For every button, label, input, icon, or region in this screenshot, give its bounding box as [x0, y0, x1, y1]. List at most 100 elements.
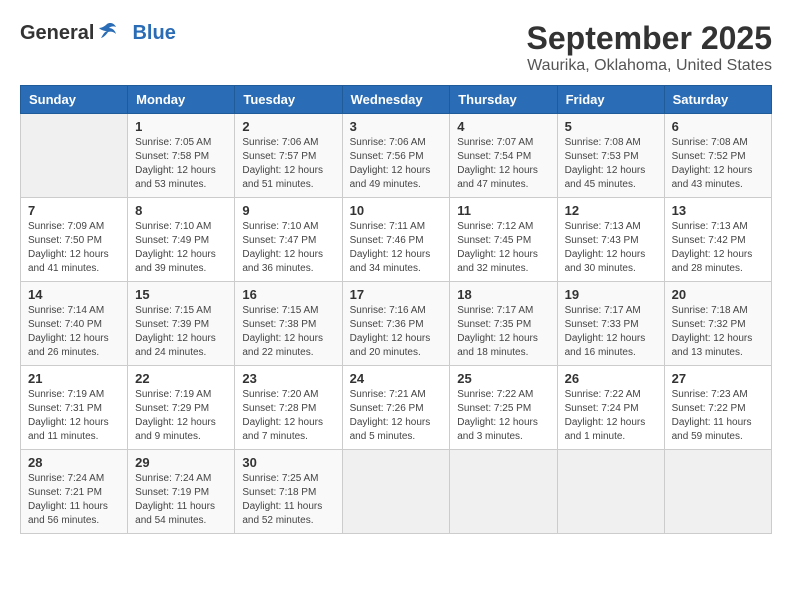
calendar-header-row: SundayMondayTuesdayWednesdayThursdayFrid…: [21, 86, 772, 114]
calendar-cell: 12Sunrise: 7:13 AM Sunset: 7:43 PM Dayli…: [557, 198, 664, 282]
location-title: Waurika, Oklahoma, United States: [527, 57, 772, 75]
day-number: 11: [457, 203, 549, 218]
logo-blue: Blue: [132, 22, 175, 45]
cell-content: Sunrise: 7:19 AM Sunset: 7:29 PM Dayligh…: [135, 388, 227, 444]
calendar-cell: 16 Sunrise: 7:15 AM Sunset: 7:38 PM Dayli…: [235, 282, 342, 366]
calendar-cell: 27Sunrise: 7:23 AM Sunset: 7:22 PM Dayli…: [664, 366, 771, 450]
cell-content: Sunrise: 7:07 AM Sunset: 7:54 PM Dayligh…: [457, 136, 549, 192]
cell-content: Sunrise: 7:20 AM Sunset: 7:28 PM Dayligh…: [242, 388, 334, 444]
calendar-week-1: 1Sunrise: 7:05 AM Sunset: 7:58 PM Daylig…: [21, 114, 772, 198]
calendar-cell: 28 Sunrise: 7:24 AM Sunset: 7:21 PM Dayli…: [21, 450, 128, 534]
calendar-week-4: 21 Sunrise: 7:19 AM Sunset: 7:31 PM Dayli…: [21, 366, 772, 450]
calendar-cell: 5 Sunrise: 7:08 AM Sunset: 7:53 PM Daylig…: [557, 114, 664, 198]
cell-content: Sunrise: 7:17 AM Sunset: 7:33 PM Dayligh…: [565, 304, 657, 360]
cell-content: Sunrise: 7:17 AM Sunset: 7:35 PM Dayligh…: [457, 304, 549, 360]
calendar-cell: 3 Sunrise: 7:06 AM Sunset: 7:56 PM Daylig…: [342, 114, 450, 198]
page-header: General Blue September 2025 Waurika, Okl…: [20, 20, 772, 75]
column-header-thursday: Thursday: [450, 86, 557, 114]
cell-content: Sunrise: 7:13 AM Sunset: 7:42 PM Dayligh…: [672, 220, 764, 276]
calendar-cell: 6 Sunrise: 7:08 AM Sunset: 7:52 PM Daylig…: [664, 114, 771, 198]
day-number: 24: [350, 371, 443, 386]
column-header-saturday: Saturday: [664, 86, 771, 114]
logo-bird-icon: [96, 20, 118, 42]
calendar-week-5: 28 Sunrise: 7:24 AM Sunset: 7:21 PM Dayli…: [21, 450, 772, 534]
calendar-cell: 14Sunrise: 7:14 AM Sunset: 7:40 PM Dayli…: [21, 282, 128, 366]
cell-content: Sunrise: 7:08 AM Sunset: 7:53 PM Dayligh…: [565, 136, 657, 192]
day-number: 5: [565, 119, 657, 134]
calendar-cell: 9 Sunrise: 7:10 AM Sunset: 7:47 PM Daylig…: [235, 198, 342, 282]
cell-content: Sunrise: 7:16 AM Sunset: 7:36 PM Dayligh…: [350, 304, 443, 360]
day-number: 13: [672, 203, 764, 218]
cell-content: Sunrise: 7:10 AM Sunset: 7:47 PM Dayligh…: [242, 220, 334, 276]
day-number: 18: [457, 287, 549, 302]
calendar-cell: 15 Sunrise: 7:15 AM Sunset: 7:39 PM Dayli…: [128, 282, 235, 366]
day-number: 12: [565, 203, 657, 218]
cell-content: Sunrise: 7:09 AM Sunset: 7:50 PM Dayligh…: [28, 220, 120, 276]
cell-content: Sunrise: 7:06 AM Sunset: 7:56 PM Dayligh…: [350, 136, 443, 192]
column-header-wednesday: Wednesday: [342, 86, 450, 114]
day-number: 3: [350, 119, 443, 134]
calendar-cell: 10Sunrise: 7:11 AM Sunset: 7:46 PM Dayli…: [342, 198, 450, 282]
column-header-sunday: Sunday: [21, 86, 128, 114]
column-header-monday: Monday: [128, 86, 235, 114]
calendar-cell: 2 Sunrise: 7:06 AM Sunset: 7:57 PM Daylig…: [235, 114, 342, 198]
calendar-cell: 1Sunrise: 7:05 AM Sunset: 7:58 PM Daylig…: [128, 114, 235, 198]
calendar-week-3: 14Sunrise: 7:14 AM Sunset: 7:40 PM Dayli…: [21, 282, 772, 366]
calendar-cell: 24 Sunrise: 7:21 AM Sunset: 7:26 PM Dayli…: [342, 366, 450, 450]
calendar-cell: [342, 450, 450, 534]
logo: General Blue: [20, 20, 176, 47]
calendar-cell: 26 Sunrise: 7:22 AM Sunset: 7:24 PM Dayli…: [557, 366, 664, 450]
cell-content: Sunrise: 7:25 AM Sunset: 7:18 PM Dayligh…: [242, 472, 334, 528]
cell-content: Sunrise: 7:22 AM Sunset: 7:24 PM Dayligh…: [565, 388, 657, 444]
day-number: 9: [242, 203, 334, 218]
day-number: 22: [135, 371, 227, 386]
calendar-cell: 22 Sunrise: 7:19 AM Sunset: 7:29 PM Dayli…: [128, 366, 235, 450]
day-number: 15: [135, 287, 227, 302]
calendar-cell: 11Sunrise: 7:12 AM Sunset: 7:45 PM Dayli…: [450, 198, 557, 282]
calendar-cell: 8 Sunrise: 7:10 AM Sunset: 7:49 PM Daylig…: [128, 198, 235, 282]
day-number: 28: [28, 455, 120, 470]
cell-content: Sunrise: 7:23 AM Sunset: 7:22 PM Dayligh…: [672, 388, 764, 444]
day-number: 25: [457, 371, 549, 386]
calendar-cell: 25 Sunrise: 7:22 AM Sunset: 7:25 PM Dayli…: [450, 366, 557, 450]
day-number: 8: [135, 203, 227, 218]
calendar-cell: 19Sunrise: 7:17 AM Sunset: 7:33 PM Dayli…: [557, 282, 664, 366]
day-number: 6: [672, 119, 764, 134]
cell-content: Sunrise: 7:22 AM Sunset: 7:25 PM Dayligh…: [457, 388, 549, 444]
cell-content: Sunrise: 7:24 AM Sunset: 7:21 PM Dayligh…: [28, 472, 120, 528]
cell-content: Sunrise: 7:15 AM Sunset: 7:39 PM Dayligh…: [135, 304, 227, 360]
cell-content: Sunrise: 7:24 AM Sunset: 7:19 PM Dayligh…: [135, 472, 227, 528]
day-number: 1: [135, 119, 227, 134]
logo-general: General: [20, 22, 94, 45]
day-number: 26: [565, 371, 657, 386]
day-number: 20: [672, 287, 764, 302]
column-header-friday: Friday: [557, 86, 664, 114]
cell-content: Sunrise: 7:15 AM Sunset: 7:38 PM Dayligh…: [242, 304, 334, 360]
day-number: 7: [28, 203, 120, 218]
calendar-cell: 4 Sunrise: 7:07 AM Sunset: 7:54 PM Daylig…: [450, 114, 557, 198]
day-number: 21: [28, 371, 120, 386]
calendar-cell: [450, 450, 557, 534]
day-number: 23: [242, 371, 334, 386]
calendar-cell: [21, 114, 128, 198]
calendar-cell: 18 Sunrise: 7:17 AM Sunset: 7:35 PM Dayli…: [450, 282, 557, 366]
title-block: September 2025 Waurika, Oklahoma, United…: [527, 20, 772, 75]
day-number: 2: [242, 119, 334, 134]
month-title: September 2025: [527, 20, 772, 57]
day-number: 30: [242, 455, 334, 470]
cell-content: Sunrise: 7:19 AM Sunset: 7:31 PM Dayligh…: [28, 388, 120, 444]
day-number: 14: [28, 287, 120, 302]
cell-content: Sunrise: 7:06 AM Sunset: 7:57 PM Dayligh…: [242, 136, 334, 192]
calendar-cell: 30 Sunrise: 7:25 AM Sunset: 7:18 PM Dayli…: [235, 450, 342, 534]
cell-content: Sunrise: 7:10 AM Sunset: 7:49 PM Dayligh…: [135, 220, 227, 276]
cell-content: Sunrise: 7:08 AM Sunset: 7:52 PM Dayligh…: [672, 136, 764, 192]
day-number: 16: [242, 287, 334, 302]
calendar-cell: 23 Sunrise: 7:20 AM Sunset: 7:28 PM Dayli…: [235, 366, 342, 450]
cell-content: Sunrise: 7:18 AM Sunset: 7:32 PM Dayligh…: [672, 304, 764, 360]
day-number: 4: [457, 119, 549, 134]
calendar-week-2: 7 Sunrise: 7:09 AM Sunset: 7:50 PM Daylig…: [21, 198, 772, 282]
cell-content: Sunrise: 7:21 AM Sunset: 7:26 PM Dayligh…: [350, 388, 443, 444]
calendar-cell: [664, 450, 771, 534]
calendar-cell: 29Sunrise: 7:24 AM Sunset: 7:19 PM Dayli…: [128, 450, 235, 534]
day-number: 10: [350, 203, 443, 218]
